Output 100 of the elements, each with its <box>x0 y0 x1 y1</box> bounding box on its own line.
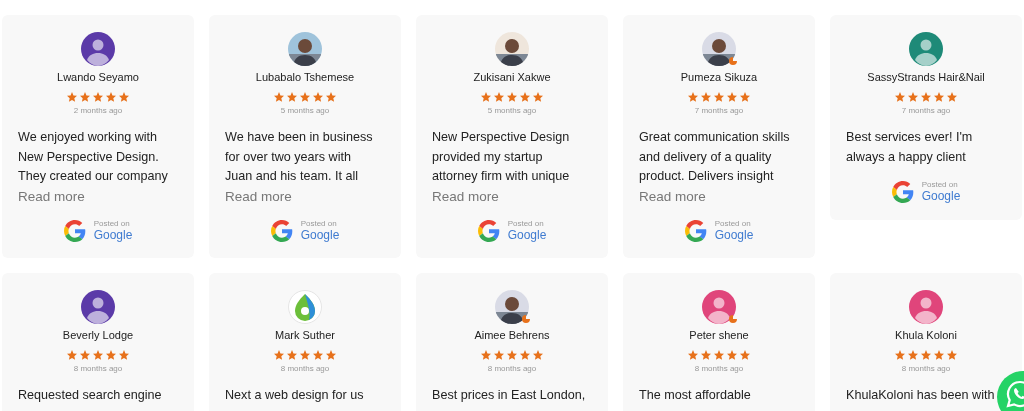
read-more-link[interactable]: Read more <box>639 186 706 206</box>
read-more-link[interactable]: Read more <box>225 186 292 206</box>
star-icon <box>700 349 712 361</box>
star-icon <box>506 91 518 103</box>
reviewer-name: Aimee Behrens <box>474 329 550 341</box>
star-icon <box>66 91 78 103</box>
star-icon <box>118 349 130 361</box>
read-more-link[interactable]: Read more <box>18 186 85 206</box>
review-time: 2 months ago <box>73 106 123 115</box>
posted-on-label: Posted on <box>507 219 545 228</box>
star-icon <box>79 349 91 361</box>
review-text: Best prices in East London, <box>432 387 587 404</box>
star-icon <box>312 349 324 361</box>
star-icon <box>506 349 518 361</box>
star-icon <box>687 91 699 103</box>
star-icon <box>713 349 725 361</box>
reviewer-name: Beverly Lodge <box>62 329 134 341</box>
review-time: 5 months ago <box>280 106 330 115</box>
star-icon <box>532 349 544 361</box>
star-icon <box>286 349 298 361</box>
star-icon <box>933 349 945 361</box>
reviewer-name: Pumeza Sikuza <box>680 71 758 83</box>
star-icon <box>92 349 104 361</box>
star-icon <box>739 349 751 361</box>
review-text: Great communication skills and delivery of a quality product. Delivers insight <box>639 129 791 185</box>
star-icon <box>894 349 906 361</box>
review-text: KhulaKoloni has been with <box>846 387 996 404</box>
google-logo-icon <box>63 219 86 242</box>
star-icon <box>92 91 104 103</box>
star-icon <box>286 91 298 103</box>
star-icon <box>105 349 117 361</box>
reviewer-name: SassyStrands Hair&Nail <box>867 71 985 83</box>
star-icon <box>713 91 725 103</box>
star-icon <box>519 91 531 103</box>
star-icon <box>532 91 544 103</box>
read-more-link[interactable]: Read more <box>432 186 499 206</box>
star-icon <box>493 349 505 361</box>
posted-on-label: Posted on <box>93 219 131 228</box>
review-time: 8 months ago <box>73 364 123 373</box>
posted-on-label: Posted on <box>714 219 752 228</box>
reviewer-name: Khula Koloni <box>895 329 957 341</box>
star-icon <box>312 91 324 103</box>
star-icon <box>933 91 945 103</box>
star-icon <box>493 91 505 103</box>
star-icon <box>273 349 285 361</box>
google-logo-icon <box>270 219 293 242</box>
review-text: The most affordable <box>639 387 752 404</box>
source-name: Google <box>93 228 133 242</box>
review-text: Best services ever! I'm always a happy client <box>846 129 974 166</box>
drop-logo-icon <box>288 290 322 324</box>
review-time: 7 months ago <box>901 106 951 115</box>
review-text: We have been in business for over two years with Juan and his team. It all <box>225 129 374 185</box>
review-time: 7 months ago <box>694 106 744 115</box>
review-time: 8 months ago <box>901 364 951 373</box>
review-time: 8 months ago <box>487 364 537 373</box>
review-time: 8 months ago <box>280 364 330 373</box>
star-icon <box>480 349 492 361</box>
reviewer-name: Zukisani Xakwe <box>473 71 551 83</box>
review-text: We enjoyed working with New Perspective Design. They created our company <box>18 129 169 185</box>
star-icon <box>325 349 337 361</box>
reviewer-name: Lwando Seyamo <box>57 71 139 83</box>
review-text: Requested search engine <box>18 387 163 404</box>
source-name: Google <box>921 189 961 203</box>
reviewer-name: Mark Suther <box>275 329 335 341</box>
google-logo-icon <box>891 180 914 203</box>
star-icon <box>118 91 130 103</box>
posted-on-label: Posted on <box>921 180 959 189</box>
star-icon <box>66 349 78 361</box>
review-text: New Perspective Design provided my startup attorney firm with unique <box>432 129 571 185</box>
posted-on-label: Posted on <box>300 219 338 228</box>
google-logo-icon <box>684 219 707 242</box>
star-icon <box>894 91 906 103</box>
review-time: 5 months ago <box>487 106 537 115</box>
reviewer-name: Lubabalo Tshemese <box>255 71 355 83</box>
star-icon <box>700 91 712 103</box>
google-logo-icon <box>477 219 500 242</box>
star-icon <box>299 349 311 361</box>
star-icon <box>920 91 932 103</box>
star-icon <box>273 91 285 103</box>
star-icon <box>480 91 492 103</box>
source-name: Google <box>714 228 754 242</box>
star-icon <box>726 91 738 103</box>
star-icon <box>907 91 919 103</box>
star-icon <box>946 349 958 361</box>
star-icon <box>299 91 311 103</box>
reviewer-name: Peter shene <box>689 329 749 341</box>
star-icon <box>687 349 699 361</box>
star-icon <box>325 91 337 103</box>
review-time: 8 months ago <box>694 364 744 373</box>
star-icon <box>946 91 958 103</box>
star-icon <box>920 349 932 361</box>
star-icon <box>79 91 91 103</box>
source-name: Google <box>507 228 547 242</box>
review-text: Next a web design for us <box>225 387 365 404</box>
star-icon <box>907 349 919 361</box>
star-icon <box>739 91 751 103</box>
source-name: Google <box>300 228 340 242</box>
star-icon <box>726 349 738 361</box>
star-icon <box>105 91 117 103</box>
star-icon <box>519 349 531 361</box>
